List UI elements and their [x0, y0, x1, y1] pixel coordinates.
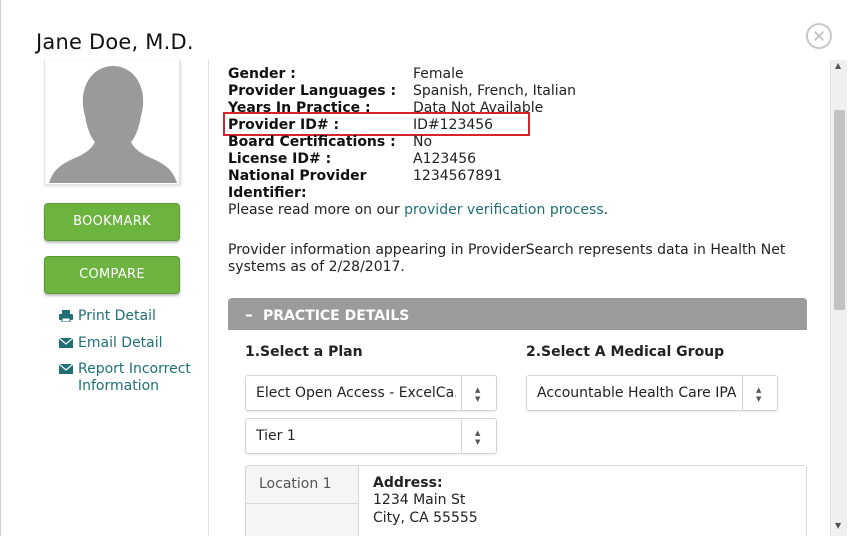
printer-icon: [59, 310, 73, 322]
sidebar: BOOKMARK COMPARE Print Detail Email Deta…: [1, 60, 201, 536]
compare-button[interactable]: COMPARE: [44, 256, 180, 294]
location-address: Address: 1234 Main St City, CA 55555: [359, 466, 806, 536]
group-select-value: Accountable Health Care IPA: [537, 385, 737, 401]
provider-details: Gender : Female Provider Languages : Spa…: [208, 60, 830, 536]
scrollbar[interactable]: [830, 60, 847, 536]
report-incorrect-label: Report Incorrect Information: [78, 361, 191, 395]
verification-text: Please read more on our provider verific…: [228, 202, 798, 219]
report-incorrect-link[interactable]: Report Incorrect Information: [59, 361, 191, 395]
email-detail-link[interactable]: Email Detail: [59, 335, 163, 352]
field-value: A123456: [413, 151, 477, 167]
email-detail-label: Email Detail: [78, 335, 163, 351]
scroll-down-icon[interactable]: [831, 519, 848, 536]
field-label: Gender :: [228, 66, 296, 82]
close-icon[interactable]: [806, 23, 832, 49]
select-arrows-icon: [461, 373, 496, 416]
report-line-1: Report Incorrect: [78, 361, 191, 377]
provider-verification-link[interactable]: provider verification process: [404, 202, 604, 218]
field-label: Identifier:: [228, 185, 307, 201]
print-detail-label: Print Detail: [78, 308, 156, 324]
envelope-icon: [59, 363, 73, 374]
tab-location-1[interactable]: Location 1: [246, 466, 359, 504]
address-line-2: City, CA 55555: [373, 510, 478, 526]
field-value: Female: [413, 66, 464, 82]
address-line-1: 1234 Main St: [373, 492, 466, 508]
plan-select-label: 1.Select a Plan: [245, 344, 363, 360]
avatar: [44, 60, 180, 185]
print-detail-link[interactable]: Print Detail: [59, 308, 156, 325]
location-tab-column: [246, 504, 359, 536]
field-label: Board Certifications :: [228, 134, 396, 150]
address-label: Address:: [373, 475, 443, 491]
field-value: No: [413, 134, 433, 150]
report-line-2: Information: [78, 378, 160, 394]
tier-select-value: Tier 1: [256, 428, 296, 444]
select-arrows-icon: [742, 373, 777, 416]
field-value: 1234567891: [413, 168, 503, 184]
location-panel: Location 1 Address: 1234 Main St City, C…: [245, 465, 807, 536]
field-label: Provider Languages :: [228, 83, 397, 99]
practice-details-header[interactable]: – PRACTICE DETAILS: [228, 298, 807, 330]
page-title: Jane Doe, M.D.: [36, 30, 194, 54]
person-silhouette-icon: [49, 66, 177, 183]
scroll-up-icon[interactable]: [831, 60, 848, 77]
verification-end: .: [603, 202, 609, 218]
medical-group-select[interactable]: Accountable Health Care IPA: [526, 373, 778, 416]
field-label: National Provider: [228, 168, 367, 184]
bookmark-button[interactable]: BOOKMARK: [44, 203, 180, 241]
plan-select-value: Elect Open Access - ExcelCa...: [256, 385, 456, 401]
data-disclaimer: Provider information appearing in Provid…: [228, 242, 798, 276]
envelope-icon: [59, 337, 73, 348]
verification-prefix: Please read more on our: [228, 202, 400, 218]
scroll-thumb[interactable]: [834, 110, 845, 310]
collapse-icon: –: [245, 305, 253, 324]
provider-id-highlight: [223, 112, 530, 136]
group-select-label: 2.Select A Medical Group: [526, 344, 725, 360]
tier-select[interactable]: Tier 1: [245, 416, 497, 459]
disclaimer-line-2: systems as of 2/28/2017.: [228, 259, 405, 275]
field-value: Spanish, French, Italian: [413, 83, 577, 99]
plan-select[interactable]: Elect Open Access - ExcelCa...: [245, 373, 497, 416]
section-title: PRACTICE DETAILS: [263, 308, 410, 324]
provider-detail-modal: Jane Doe, M.D. BOOKMARK COMPARE Print De…: [0, 0, 852, 536]
select-arrows-icon: [461, 416, 496, 459]
field-label: License ID# :: [228, 151, 332, 167]
disclaimer-line-1: Provider information appearing in Provid…: [228, 242, 786, 258]
